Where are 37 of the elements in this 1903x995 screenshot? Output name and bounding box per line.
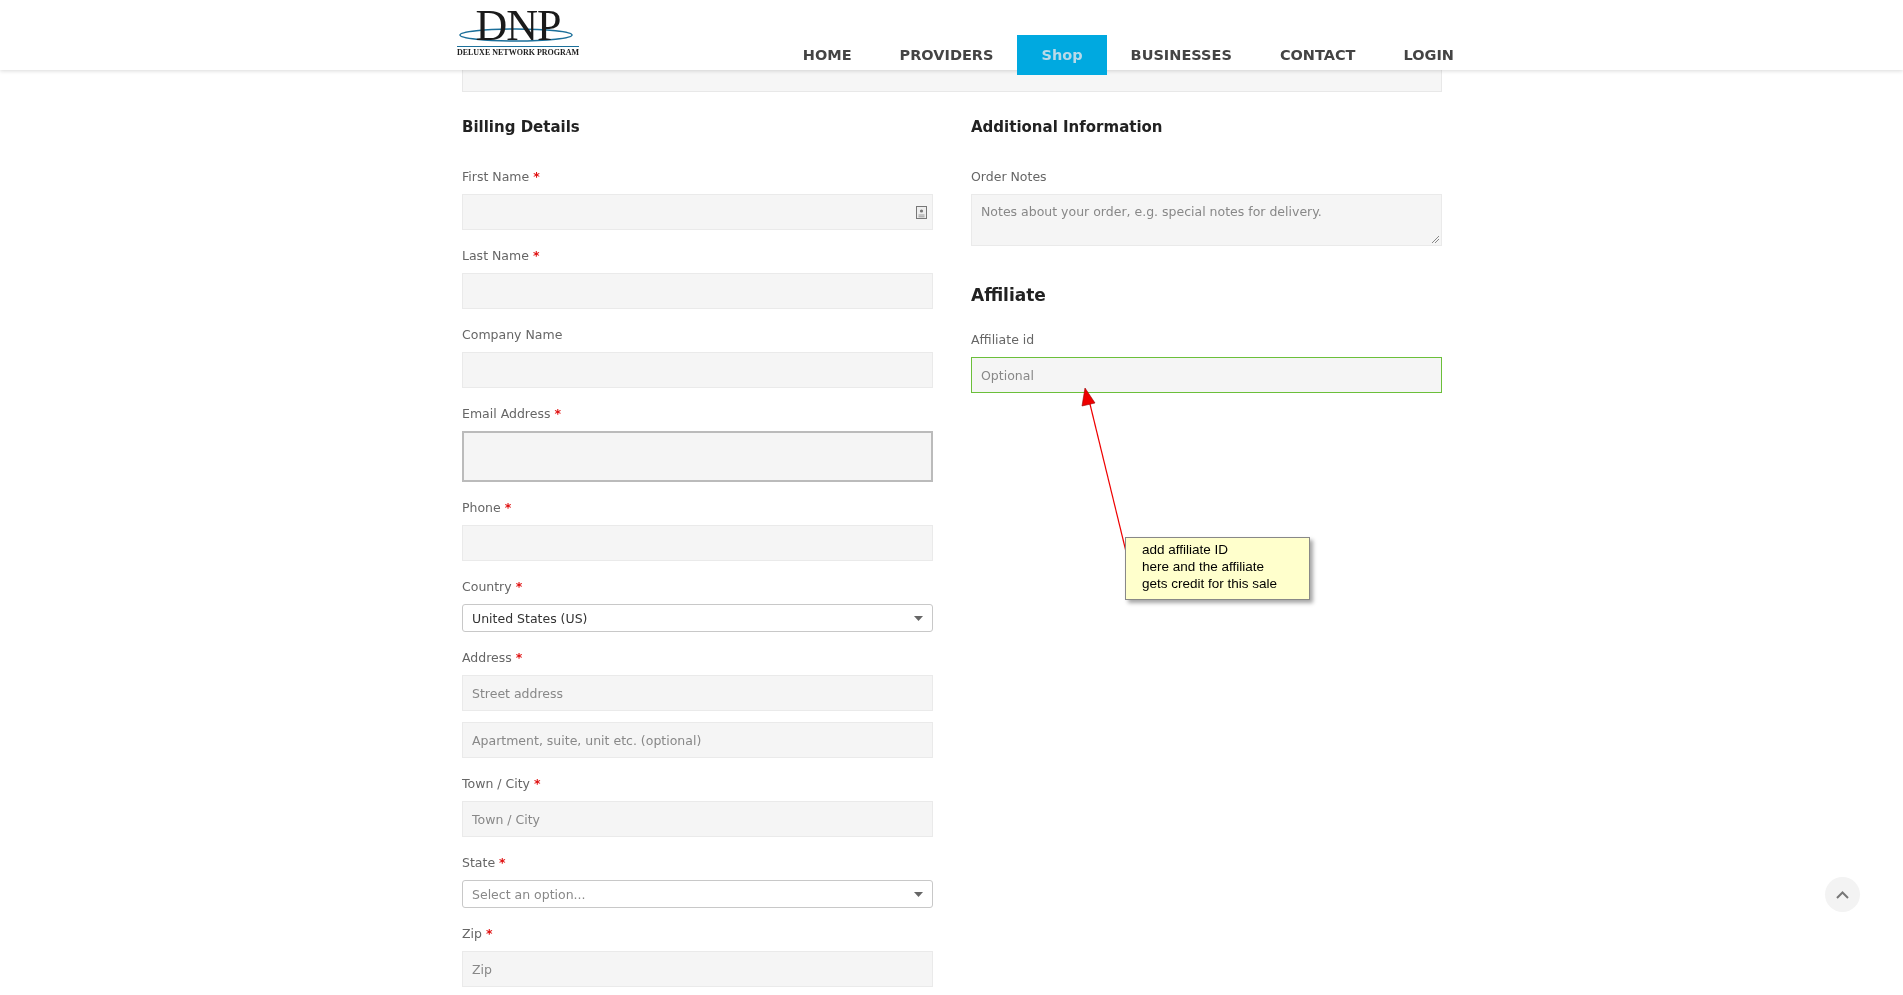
section-heading: Billing Details xyxy=(462,117,581,138)
field-label: Country * xyxy=(462,579,524,595)
section-heading: Affiliate xyxy=(971,284,1047,307)
input-field[interactable]: Town / City xyxy=(462,801,933,837)
field-label: First Name * xyxy=(462,169,541,185)
field-label: Order Notes xyxy=(971,169,1048,185)
field-label: Town / City * xyxy=(462,776,542,792)
nav-link[interactable]: LOGIN xyxy=(1379,35,1478,75)
field-label: Affiliate id xyxy=(971,332,1036,348)
section-heading: Additional Information xyxy=(971,117,1164,138)
input-field[interactable]: Zip xyxy=(462,951,933,987)
callout-text: add affiliate ID here and the affiliate gets credit for this sale xyxy=(1142,541,1279,592)
nav-link[interactable]: PROVIDERS xyxy=(875,35,1018,75)
field-label: Phone * xyxy=(462,500,513,516)
textarea-field[interactable]: Notes about your order, e.g. special notes for delivery. xyxy=(971,194,1442,246)
field-label: Address * xyxy=(462,650,524,666)
input-field[interactable]: Apartment, suite, unit etc. (optional) xyxy=(462,722,933,758)
input-field[interactable]: Optional xyxy=(971,357,1442,393)
resize-handle-icon[interactable] xyxy=(1432,236,1439,243)
field-label: Company Name xyxy=(462,327,564,343)
chevron-up-icon xyxy=(1836,890,1849,899)
select-field[interactable]: United States (US) xyxy=(462,604,933,632)
nav-link[interactable]: BUSINESSES xyxy=(1106,35,1256,75)
nav-link[interactable]: CONTACT xyxy=(1255,35,1380,75)
contact-card-icon[interactable] xyxy=(916,205,927,219)
input-field[interactable] xyxy=(462,431,933,482)
input-field[interactable]: Street address xyxy=(462,675,933,711)
field-label: Last Name * xyxy=(462,248,541,264)
field-label: State * xyxy=(462,855,507,871)
field-label: Email Address * xyxy=(462,406,562,422)
nav-link[interactable]: HOME xyxy=(778,35,876,75)
scroll-top-button[interactable] xyxy=(1825,877,1860,912)
dropdown-caret-icon xyxy=(914,615,923,621)
dropdown-caret-icon xyxy=(914,891,923,897)
select-field[interactable]: Select an option... xyxy=(462,880,933,908)
nav-link[interactable]: Shop xyxy=(1017,35,1107,75)
field-label: Zip * xyxy=(462,926,494,942)
